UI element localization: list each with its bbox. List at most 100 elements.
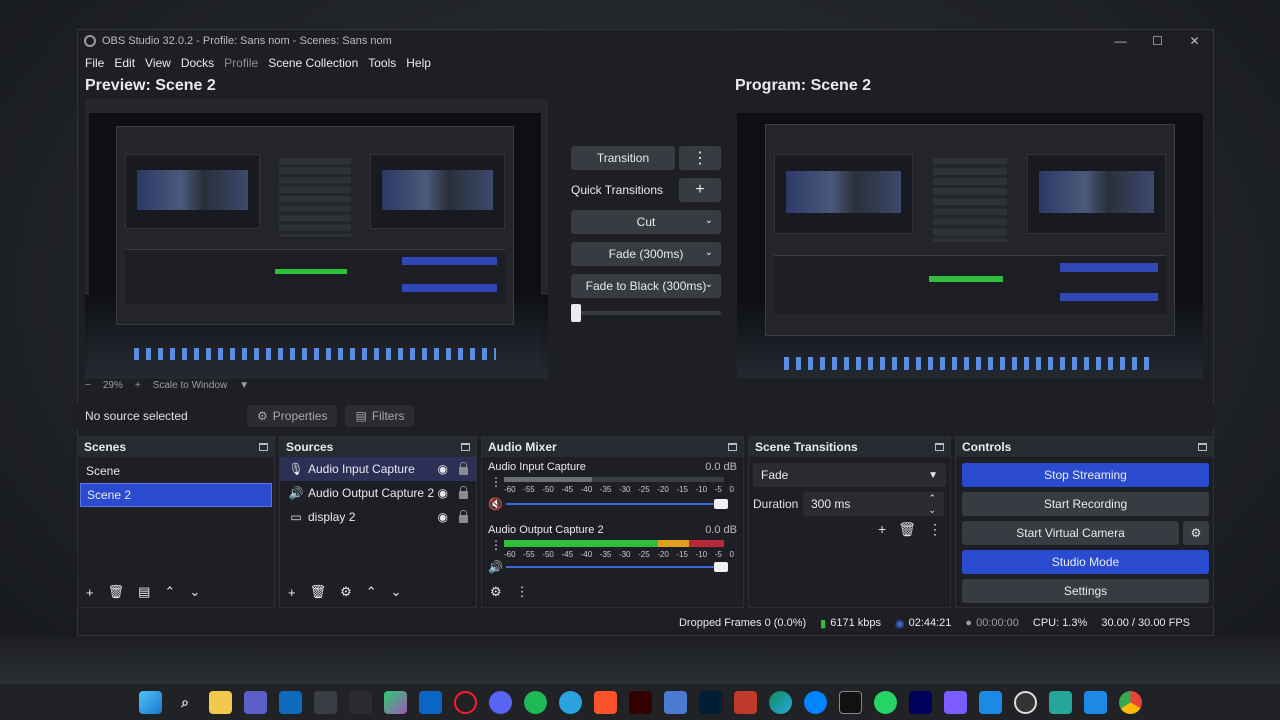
photoshop-icon[interactable] bbox=[698, 690, 722, 714]
scene-item[interactable]: Scene bbox=[80, 459, 272, 483]
lock-icon[interactable] bbox=[459, 462, 468, 475]
obs-icon[interactable] bbox=[1013, 690, 1037, 714]
filter-icon[interactable]: ▤ bbox=[138, 584, 150, 600]
edge-icon[interactable] bbox=[768, 690, 792, 714]
telegram-icon[interactable] bbox=[558, 690, 582, 714]
menu-edit[interactable]: Edit bbox=[109, 56, 140, 70]
dropdown-arrow-icon[interactable]: ▼ bbox=[928, 470, 938, 481]
zoom-out-button[interactable]: − bbox=[85, 380, 91, 391]
app-icon-3[interactable] bbox=[978, 690, 1002, 714]
copilot-icon[interactable] bbox=[383, 690, 407, 714]
linkedin-icon[interactable] bbox=[418, 690, 442, 714]
move-up-icon[interactable]: ⌃ bbox=[366, 584, 377, 600]
transition-menu-icon[interactable]: ⋮ bbox=[679, 146, 721, 170]
tbar-slider[interactable] bbox=[571, 304, 721, 322]
whatsapp-icon[interactable] bbox=[873, 690, 897, 714]
source-item[interactable]: 🎙 Audio Input Capture ◉ bbox=[280, 457, 476, 481]
menu-help[interactable]: Help bbox=[401, 56, 436, 70]
move-down-icon[interactable]: ⌄ bbox=[391, 584, 402, 600]
add-icon[interactable]: + bbox=[878, 521, 886, 538]
quick-transition-cut[interactable]: Cut ⌄ bbox=[571, 210, 721, 234]
scale-dropdown-icon[interactable]: ▼ bbox=[239, 380, 249, 391]
chatgpt-icon[interactable] bbox=[348, 690, 372, 714]
transition-button[interactable]: Transition bbox=[571, 146, 675, 170]
app-icon-4[interactable] bbox=[1048, 690, 1072, 714]
discord-icon[interactable] bbox=[488, 690, 512, 714]
channel-menu-icon[interactable]: ⋮ bbox=[490, 538, 502, 552]
spotify-icon[interactable] bbox=[523, 690, 547, 714]
zoom-in-button[interactable]: + bbox=[135, 380, 141, 391]
close-button[interactable]: ✕ bbox=[1176, 34, 1213, 48]
lock-icon[interactable] bbox=[459, 510, 468, 523]
fader-handle[interactable] bbox=[714, 562, 728, 572]
quick-transition-fade[interactable]: Fade (300ms) ⌄ bbox=[571, 242, 721, 266]
teams-icon[interactable] bbox=[243, 690, 267, 714]
app-icon-5[interactable] bbox=[1083, 690, 1107, 714]
virtual-camera-settings-icon[interactable]: ⚙ bbox=[1183, 521, 1209, 545]
move-down-icon[interactable]: ⌄ bbox=[189, 584, 200, 600]
source-item[interactable]: 🔊 Audio Output Capture 2 ◉ bbox=[280, 481, 476, 505]
float-dock-icon[interactable] bbox=[1198, 443, 1207, 451]
after-effects-icon[interactable] bbox=[908, 690, 932, 714]
start-recording-button[interactable]: Start Recording bbox=[962, 492, 1209, 516]
visibility-eye-icon[interactable]: ◉ bbox=[438, 510, 448, 524]
quick-transition-fade-black[interactable]: Fade to Black (300ms) ⌄ bbox=[571, 274, 721, 298]
brave-icon[interactable] bbox=[593, 690, 617, 714]
trash-icon[interactable]: 🗑 bbox=[310, 584, 327, 600]
trash-icon[interactable]: 🗑 bbox=[108, 584, 125, 600]
float-dock-icon[interactable] bbox=[935, 443, 944, 451]
float-dock-icon[interactable] bbox=[728, 443, 737, 451]
illustrator-icon[interactable] bbox=[628, 690, 652, 714]
chevron-down-icon[interactable]: ⌄ bbox=[705, 247, 713, 258]
transition-menu-icon[interactable]: ⋮ bbox=[928, 521, 942, 538]
menu-view[interactable]: View bbox=[140, 56, 176, 70]
title-bar[interactable]: OBS Studio 32.0.2 - Profile: Sans nom - … bbox=[78, 30, 1213, 52]
menu-scene-collection[interactable]: Scene Collection bbox=[263, 56, 363, 70]
chevron-down-icon[interactable]: ⌄ bbox=[705, 279, 713, 290]
visibility-eye-icon[interactable]: ◉ bbox=[438, 486, 448, 500]
preview-canvas[interactable] bbox=[85, 99, 548, 379]
outlook-icon[interactable] bbox=[278, 690, 302, 714]
menu-tools[interactable]: Tools bbox=[363, 56, 401, 70]
windows-start-icon[interactable] bbox=[138, 690, 162, 714]
messenger-icon[interactable] bbox=[803, 690, 827, 714]
float-dock-icon[interactable] bbox=[461, 443, 470, 451]
menu-profile[interactable]: Profile bbox=[219, 56, 263, 70]
lock-icon[interactable] bbox=[459, 486, 468, 499]
channel-menu-icon[interactable]: ⋮ bbox=[490, 475, 502, 489]
transition-select[interactable]: Fade ▼ bbox=[753, 463, 946, 487]
add-icon[interactable]: + bbox=[86, 585, 94, 600]
filters-button[interactable]: ▤ Filters bbox=[345, 405, 415, 427]
fader-handle[interactable] bbox=[714, 499, 728, 509]
gear-icon[interactable]: ⚙ bbox=[340, 584, 352, 600]
search-icon[interactable]: ⌕ bbox=[174, 691, 197, 714]
scene-item-selected[interactable]: Scene 2 bbox=[80, 483, 272, 507]
muted-speaker-icon[interactable]: 🔇 bbox=[488, 497, 503, 511]
volume-fader[interactable] bbox=[506, 499, 728, 509]
minimize-button[interactable]: — bbox=[1102, 34, 1139, 48]
properties-button[interactable]: ⚙ Properties bbox=[247, 405, 338, 427]
source-item[interactable]: ▭ display 2 ◉ bbox=[280, 505, 476, 529]
mail-icon[interactable] bbox=[313, 690, 337, 714]
speaker-icon[interactable]: 🔊 bbox=[488, 560, 503, 574]
spin-arrows-icon[interactable]: ⌃ ⌄ bbox=[928, 492, 936, 516]
snipping-tool-icon[interactable] bbox=[733, 690, 757, 714]
move-up-icon[interactable]: ⌃ bbox=[164, 584, 175, 600]
opera-icon[interactable] bbox=[453, 690, 477, 714]
file-explorer-icon[interactable] bbox=[208, 690, 232, 714]
float-dock-icon[interactable] bbox=[259, 443, 268, 451]
add-icon[interactable]: + bbox=[288, 585, 296, 600]
terminal-icon[interactable] bbox=[838, 690, 862, 714]
volume-fader[interactable] bbox=[506, 562, 728, 572]
stop-streaming-button[interactable]: Stop Streaming bbox=[962, 463, 1209, 487]
app-icon-2[interactable] bbox=[943, 690, 967, 714]
menu-docks[interactable]: Docks bbox=[176, 56, 219, 70]
studio-mode-button[interactable]: Studio Mode bbox=[962, 550, 1209, 574]
tbar-handle[interactable] bbox=[571, 304, 581, 322]
scale-mode[interactable]: Scale to Window bbox=[153, 380, 227, 391]
app-icon[interactable] bbox=[663, 690, 687, 714]
menu-file[interactable]: File bbox=[80, 56, 109, 70]
maximize-button[interactable]: ☐ bbox=[1139, 34, 1176, 48]
chrome-icon[interactable] bbox=[1118, 690, 1142, 714]
settings-button[interactable]: Settings bbox=[962, 579, 1209, 603]
